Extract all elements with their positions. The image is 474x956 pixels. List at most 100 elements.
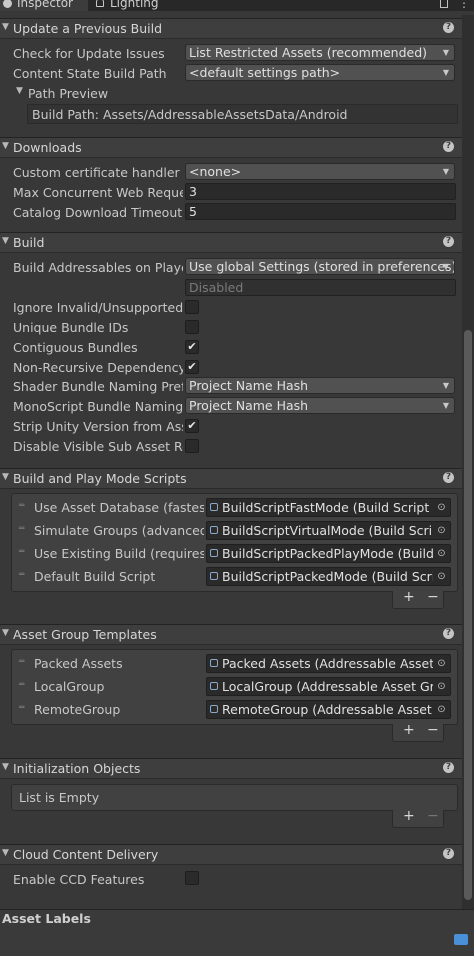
scriptable-object-icon — [210, 549, 218, 557]
content-state-build-path-label: Content State Build Path — [13, 66, 167, 81]
non-recursive-label: Non-Recursive Dependency Calculation — [13, 360, 183, 375]
drag-handle-icon[interactable]: ═ — [19, 502, 28, 511]
monoscript-prefix-dropdown[interactable]: Project Name Hash ▼ — [185, 397, 455, 414]
add-item-button[interactable]: + — [403, 808, 415, 824]
foldout-arrow-icon: ▼ — [2, 22, 9, 32]
scriptable-object-icon — [210, 572, 218, 580]
lock-icon[interactable] — [440, 0, 448, 8]
contiguous-bundles-checkbox[interactable]: ✔ — [185, 340, 199, 354]
ignore-invalid-checkbox[interactable] — [185, 300, 199, 314]
check-update-issues-label: Check for Update Issues — [13, 46, 165, 61]
help-icon[interactable]: ? — [443, 236, 454, 247]
object-field[interactable]: Packed Assets (Addressable Asset Group T… — [206, 654, 451, 673]
menu-icon[interactable]: ⋮ — [458, 0, 470, 10]
drag-handle-icon[interactable]: ═ — [19, 548, 28, 557]
unique-bundle-ids-label: Unique Bundle IDs — [13, 320, 129, 335]
tab-inspector[interactable]: Inspector — [0, 0, 88, 11]
enable-ccd-checkbox[interactable] — [185, 871, 199, 885]
drag-handle-icon[interactable]: ═ — [19, 525, 28, 534]
checkmark-icon: ✔ — [187, 360, 197, 373]
init-list-footer: + − — [392, 808, 444, 828]
help-icon[interactable]: ? — [443, 762, 454, 773]
tab-bar: Inspector Lighting ⋮ — [0, 0, 474, 11]
chevron-down-icon: ▼ — [442, 381, 449, 390]
contiguous-bundles-label: Contiguous Bundles — [13, 340, 138, 355]
foldout-arrow-icon[interactable]: ▼ — [16, 86, 23, 96]
asset-labels-title: Asset Labels — [2, 911, 91, 926]
ignore-invalid-label: Ignore Invalid/Unsupported Files — [13, 300, 183, 315]
drag-handle-icon[interactable]: ═ — [19, 681, 28, 690]
max-web-requests-label: Max Concurrent Web Requests — [13, 185, 183, 200]
content-state-build-path-dropdown[interactable]: <default settings path> ▼ — [185, 64, 455, 81]
section-asset-group-templates[interactable]: ▼ Asset Group Templates ? — [0, 624, 462, 645]
max-web-requests-field[interactable]: 3 — [185, 183, 456, 200]
enable-ccd-label: Enable CCD Features — [13, 872, 145, 887]
drag-handle-icon[interactable]: ═ — [19, 571, 28, 580]
remove-item-button[interactable]: − — [427, 722, 439, 738]
list-item-label: Use Asset Database (fastest) — [34, 500, 204, 515]
chevron-down-icon: ▼ — [442, 262, 449, 271]
section-build[interactable]: ▼ Build ? — [0, 232, 462, 253]
object-picker-icon[interactable]: ⊙ — [433, 678, 450, 695]
dropdown-value: Use global Settings (stored in preferenc… — [189, 259, 455, 274]
drag-handle-icon[interactable]: ═ — [19, 704, 28, 713]
object-picker-icon[interactable]: ⊙ — [433, 701, 450, 718]
object-field-value: Packed Assets (Addressable Asset Group T… — [222, 656, 450, 671]
section-downloads[interactable]: ▼ Downloads ? — [0, 137, 462, 158]
object-picker-icon[interactable]: ⊙ — [433, 522, 450, 539]
drag-handle-icon[interactable]: ═ — [19, 658, 28, 667]
tab-inspector-label: Inspector — [17, 0, 73, 10]
add-item-button[interactable]: + — [403, 722, 415, 738]
foldout-arrow-icon: ▼ — [2, 848, 9, 858]
section-title: Build — [13, 235, 45, 250]
help-icon[interactable]: ? — [443, 472, 454, 483]
add-item-button[interactable]: + — [403, 589, 415, 605]
unique-bundle-ids-checkbox[interactable] — [185, 320, 199, 334]
build-on-player-disabled-field: Disabled — [185, 279, 456, 296]
help-icon[interactable]: ? — [443, 848, 454, 859]
object-field[interactable]: BuildScriptPackedMode (Build Script Pack… — [206, 567, 451, 586]
remove-item-button: − — [427, 808, 439, 824]
object-field[interactable]: RemoteGroup (Addressable Asset Group Tem… — [206, 700, 451, 719]
object-field[interactable]: BuildScriptPackedPlayMode (Build Script … — [206, 544, 451, 563]
scriptable-object-icon — [210, 682, 218, 690]
strip-unity-version-label: Strip Unity Version from AssetBundles — [13, 419, 183, 434]
object-picker-icon[interactable]: ⊙ — [433, 499, 450, 516]
shader-prefix-dropdown[interactable]: Project Name Hash ▼ — [185, 377, 455, 394]
tab-lighting[interactable]: Lighting — [96, 0, 176, 11]
strip-unity-version-checkbox[interactable]: ✔ — [185, 419, 199, 433]
scriptable-object-icon — [210, 659, 218, 667]
remove-item-button[interactable]: − — [427, 589, 439, 605]
build-on-player-dropdown[interactable]: Use global Settings (stored in preferenc… — [185, 258, 455, 275]
catalog-timeout-field[interactable]: 5 — [185, 203, 456, 220]
lightbulb-icon — [96, 0, 104, 7]
object-picker-icon[interactable]: ⊙ — [433, 545, 450, 562]
section-cloud-content-delivery[interactable]: ▼ Cloud Content Delivery ? — [0, 844, 462, 865]
help-icon[interactable]: ? — [443, 141, 454, 152]
help-icon[interactable]: ? — [443, 628, 454, 639]
section-title: Cloud Content Delivery — [13, 847, 159, 862]
list-item-label: Packed Assets — [34, 656, 123, 671]
object-field[interactable]: LocalGroup (Addressable Asset Group Temp… — [206, 677, 451, 696]
section-title: Initialization Objects — [13, 761, 141, 776]
help-icon[interactable]: ? — [443, 22, 454, 33]
object-field[interactable]: BuildScriptFastMode (Build Script Fast M… — [206, 498, 451, 517]
check-update-issues-dropdown[interactable]: List Restricted Assets (recommended) ▼ — [185, 44, 455, 61]
certificate-handler-dropdown[interactable]: <none> ▼ — [185, 163, 455, 180]
object-picker-icon[interactable]: ⊙ — [433, 655, 450, 672]
tag-icon[interactable] — [454, 934, 468, 945]
object-field[interactable]: BuildScriptVirtualMode (Build Script Vir… — [206, 521, 451, 540]
section-initialization-objects[interactable]: ▼ Initialization Objects ? — [0, 758, 462, 779]
list-item-label: RemoteGroup — [34, 702, 121, 717]
foldout-arrow-icon: ▼ — [2, 141, 9, 151]
list-empty-text: List is Empty — [19, 790, 100, 805]
chevron-down-icon: ▼ — [442, 48, 449, 57]
object-field-value: BuildScriptFastMode (Build Script Fast M… — [222, 500, 450, 515]
section-build-play-mode-scripts[interactable]: ▼ Build and Play Mode Scripts ? — [0, 468, 462, 489]
section-update-previous-build[interactable]: ▼ Update a Previous Build ? — [0, 18, 462, 39]
scrollbar-thumb[interactable] — [464, 330, 472, 900]
non-recursive-checkbox[interactable]: ✔ — [185, 360, 199, 374]
object-picker-icon[interactable]: ⊙ — [433, 568, 450, 585]
dropdown-value: Project Name Hash — [189, 398, 309, 413]
disable-visible-sub-asset-checkbox[interactable] — [185, 439, 199, 453]
